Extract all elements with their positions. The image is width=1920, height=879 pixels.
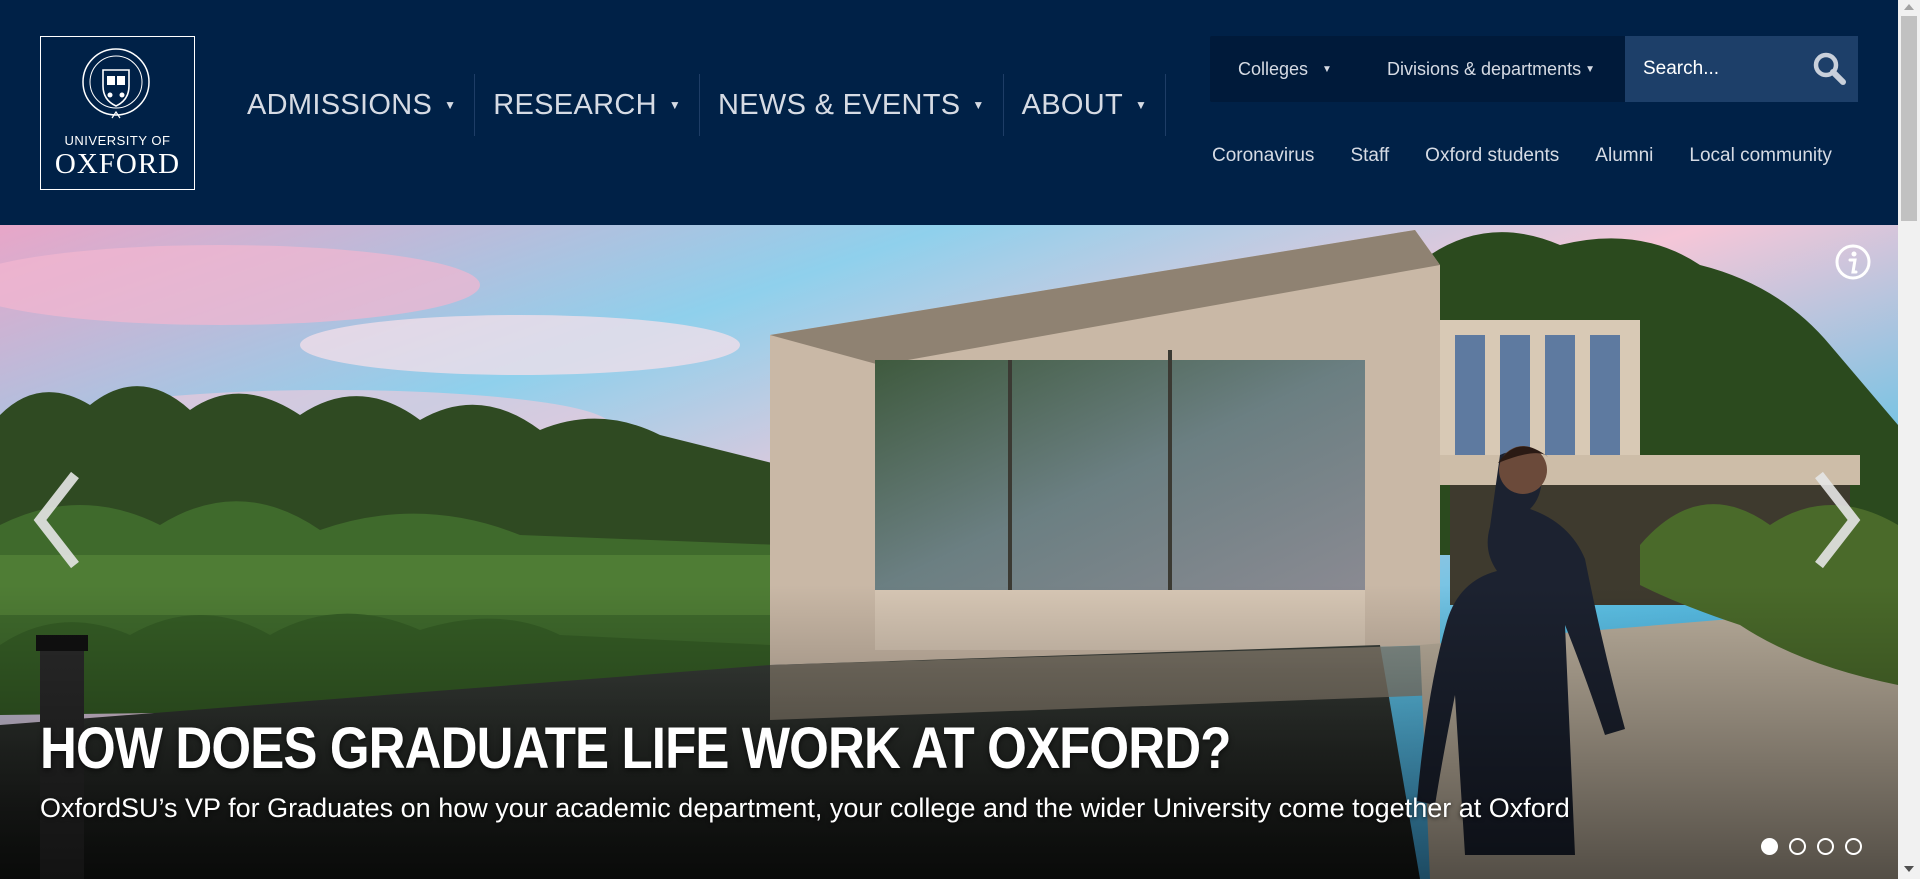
divisions-label: Divisions & departments	[1387, 58, 1582, 79]
nav-research-label: RESEARCH	[493, 88, 657, 121]
colleges-label: Colleges	[1238, 58, 1309, 79]
oxford-logo[interactable]: UNIVERSITY OF OXFORD	[40, 36, 195, 190]
chevron-right-icon[interactable]	[1804, 470, 1864, 570]
crest-icon	[82, 48, 150, 119]
page-scrollbar[interactable]	[1898, 0, 1920, 879]
carousel-dot-3[interactable]	[1817, 838, 1834, 855]
hero-carousel: HOW DOES GRADUATE LIFE WORK AT OXFORD? O…	[0, 225, 1898, 879]
chevron-left-icon[interactable]	[30, 470, 90, 570]
hero-subtitle: OxfordSU’s VP for Graduates on how your …	[40, 793, 1570, 823]
carousel-dot-4[interactable]	[1845, 838, 1862, 855]
colleges-dropdown[interactable]: Colleges ▼	[1210, 36, 1375, 102]
logo-oxford: OXFORD	[54, 148, 181, 180]
search-input[interactable]	[1643, 58, 1793, 80]
main-navigation: ADMISSIONS ▼ RESEARCH ▼ NEWS & EVENTS ▼ …	[230, 74, 1167, 136]
nav-admissions-label: ADMISSIONS	[247, 88, 433, 121]
logo-university-of: UNIVERSITY OF	[64, 133, 171, 148]
site-header: UNIVERSITY OF OXFORD ADMISSIONS ▼ RESEAR…	[0, 0, 1898, 225]
nav-about[interactable]: ABOUT ▼	[1004, 74, 1167, 136]
link-staff[interactable]: Staff	[1350, 145, 1389, 167]
scroll-up-arrow[interactable]	[1904, 4, 1914, 10]
link-local-community[interactable]: Local community	[1689, 145, 1832, 167]
caret-down-icon: ▼	[1585, 63, 1595, 75]
carousel-indicators	[1761, 838, 1873, 855]
link-oxford-students[interactable]: Oxford students	[1425, 145, 1559, 167]
caret-down-icon: ▼	[1322, 63, 1332, 75]
link-alumni[interactable]: Alumni	[1595, 145, 1653, 167]
quick-links: Coronavirus Staff Oxford students Alumni…	[1212, 145, 1832, 167]
divisions-dropdown[interactable]: Divisions & departments ▼	[1375, 36, 1625, 102]
carousel-dot-2[interactable]	[1789, 838, 1806, 855]
scrollbar-thumb[interactable]	[1901, 16, 1917, 221]
caret-down-icon: ▼	[1135, 98, 1148, 112]
carousel-dot-1[interactable]	[1761, 838, 1778, 855]
utility-toolbar: Colleges ▼ Divisions & departments ▼	[1210, 36, 1858, 102]
search-icon[interactable]	[1812, 51, 1848, 87]
caret-down-icon: ▼	[668, 98, 682, 112]
nav-research[interactable]: RESEARCH ▼	[475, 74, 701, 136]
caret-down-icon: ▼	[972, 98, 985, 112]
caret-down-icon: ▼	[444, 98, 457, 112]
nav-news-events[interactable]: NEWS & EVENTS ▼	[700, 74, 1004, 136]
scroll-down-arrow[interactable]	[1904, 866, 1914, 872]
hero-headline[interactable]: HOW DOES GRADUATE LIFE WORK AT OXFORD?	[40, 715, 1231, 782]
info-icon[interactable]	[1833, 242, 1873, 282]
link-coronavirus[interactable]: Coronavirus	[1212, 145, 1314, 167]
nav-about-label: ABOUT	[1021, 88, 1123, 121]
nav-news-events-label: NEWS & EVENTS	[718, 88, 961, 121]
search-box	[1625, 36, 1858, 102]
nav-admissions[interactable]: ADMISSIONS ▼	[230, 74, 476, 136]
